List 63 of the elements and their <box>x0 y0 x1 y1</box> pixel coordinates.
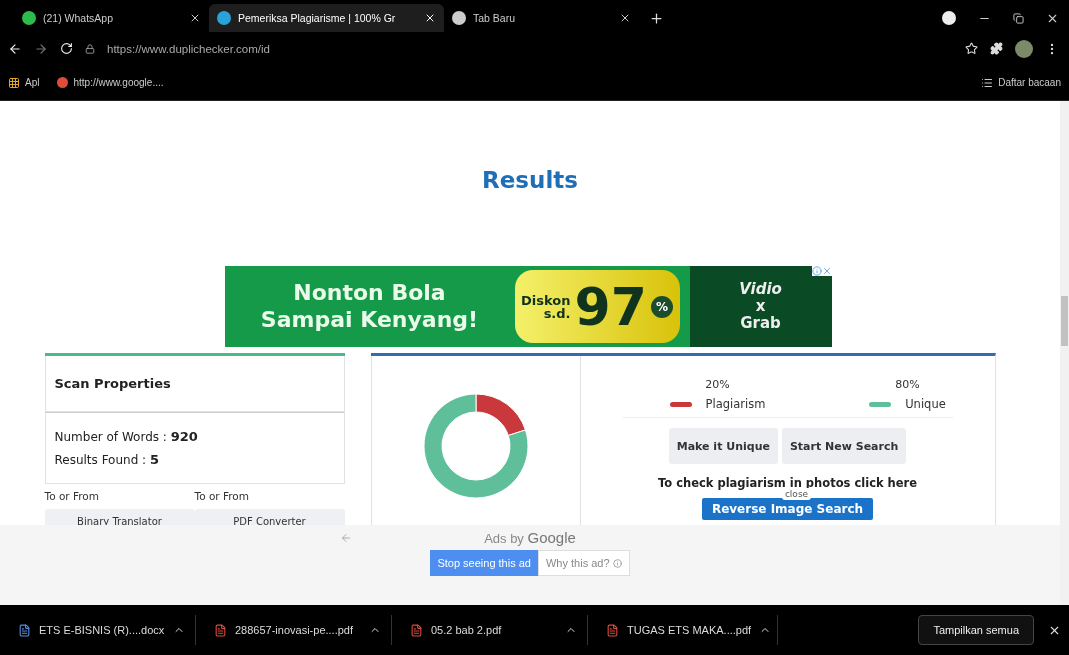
card-title: Scan Properties <box>44 356 345 412</box>
browser-tab[interactable]: (21) WhatsApp <box>14 4 209 32</box>
page-heading: Results <box>482 166 578 193</box>
ad-text: Vidio <box>739 280 782 298</box>
ad-text: Grab <box>740 315 781 333</box>
restore-icon[interactable] <box>1013 12 1024 24</box>
ad-percent-badge: % <box>650 295 673 318</box>
legend-label: Plagiarism <box>705 397 766 411</box>
bookmark-link[interactable]: http://www.google.... <box>73 77 164 88</box>
ad-number: 97 <box>574 280 647 333</box>
new-tab-icon[interactable] <box>649 11 664 26</box>
bookmark-link[interactable]: Apl <box>25 77 40 88</box>
back-icon[interactable] <box>8 41 22 56</box>
close-icon[interactable] <box>619 12 631 24</box>
reverse-image-search-button[interactable]: Reverse Image Search <box>701 498 874 520</box>
lock-icon <box>85 43 95 54</box>
chrome-icon <box>57 77 69 88</box>
action-button[interactable]: Start New Search <box>781 428 907 464</box>
document-icon <box>18 623 31 637</box>
forward-icon[interactable] <box>34 41 48 56</box>
apps-icon <box>8 76 20 89</box>
download-item[interactable]: 288657-inovasi-pe....pdf <box>196 615 392 645</box>
legend-percent: 20% <box>705 378 730 391</box>
link-caption: To or From <box>194 490 250 502</box>
browser-tab[interactable]: Pemeriksa Plagiarisme | 100% Gr <box>209 4 444 32</box>
ad-text: s.d. <box>543 306 571 320</box>
why-ad-button[interactable]: Why this ad? <box>538 550 630 576</box>
property-text: Number of Words : 920 <box>54 429 199 444</box>
pdf-icon <box>410 623 423 637</box>
pdf-icon <box>606 623 619 637</box>
pdf-icon <box>214 623 227 637</box>
avatar-icon[interactable] <box>1015 39 1033 58</box>
property-text: Results Found : 5 <box>54 452 160 467</box>
tab-favicon-icon <box>22 11 36 25</box>
reading-list-icon <box>981 76 994 89</box>
close-icon[interactable] <box>189 12 201 24</box>
info-icon[interactable] <box>811 266 822 276</box>
download-item[interactable]: ETS E-BISNIS (R)....docx <box>0 615 196 645</box>
link-caption: To or From <box>44 490 100 502</box>
extensions-icon[interactable] <box>990 42 1003 55</box>
photo-hint-text: To check plagiarism in photos click here <box>657 476 918 490</box>
ad-text: x <box>755 297 766 316</box>
reload-icon[interactable] <box>60 42 73 55</box>
download-item[interactable]: TUGAS ETS MAKA....pdf <box>588 615 778 645</box>
star-icon[interactable] <box>965 42 978 55</box>
tab-favicon-icon <box>452 11 466 25</box>
download-item[interactable]: 05.2 bab 2.pdf <box>392 615 588 645</box>
scrollbar[interactable] <box>1060 101 1069 605</box>
legend-percent: 80% <box>895 378 920 391</box>
info-icon <box>612 558 622 568</box>
ad-text: Diskon <box>521 293 571 307</box>
reading-list-link[interactable]: Daftar bacaan <box>998 77 1061 88</box>
close-icon[interactable] <box>424 12 436 24</box>
action-button[interactable]: Make it Unique <box>668 428 778 464</box>
ads-by-label: Ads by Google <box>484 529 576 546</box>
show-all-button[interactable]: Tampilkan semua <box>918 615 1034 645</box>
address-bar[interactable]: https://www.duplichecker.com/id <box>107 42 270 55</box>
circle-icon[interactable] <box>942 11 956 25</box>
ad-text: Nonton Bola <box>293 280 446 307</box>
ad-text: Sampai Kenyang! <box>260 306 479 333</box>
browser-tab[interactable]: Tab Baru <box>444 4 639 32</box>
tab-favicon-icon <box>217 11 231 25</box>
legend-label: Unique <box>905 397 946 411</box>
